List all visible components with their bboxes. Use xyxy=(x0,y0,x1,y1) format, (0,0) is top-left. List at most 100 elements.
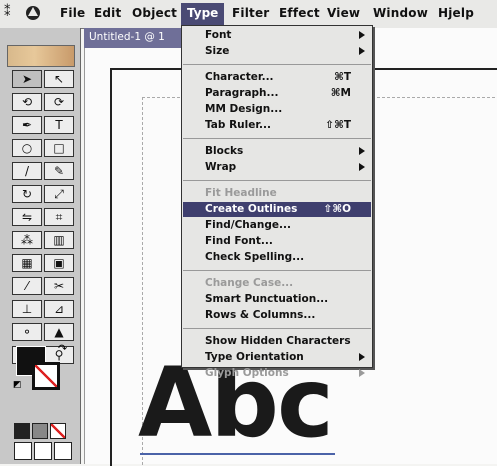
menu-item-change-case[interactable]: Change Case... xyxy=(183,276,371,291)
column-graph-tool-icon: ▥ xyxy=(53,233,65,247)
menu-item-find-change[interactable]: Find/Change... xyxy=(183,218,371,233)
menu-item-find-font[interactable]: Find Font... xyxy=(183,234,371,249)
mesh-tool[interactable]: ▦ xyxy=(12,254,42,272)
menu-item-mm-design[interactable]: MM Design... xyxy=(183,102,371,117)
type-tool[interactable]: T xyxy=(44,116,74,134)
menu-item-create-outlines[interactable]: Create Outlines ⇧⌘O xyxy=(183,202,371,217)
submenu-arrow-icon xyxy=(359,353,365,361)
menu-item-blocks[interactable]: Blocks xyxy=(183,144,371,159)
symbol-sprayer-tool[interactable]: ⁂ xyxy=(12,231,42,249)
submenu-arrow-icon xyxy=(359,369,365,377)
menu-item-label: Tab Ruler... xyxy=(205,119,271,131)
pencil-tool[interactable]: ✎ xyxy=(44,162,74,180)
menu-item-label: Glyph Options xyxy=(205,367,289,379)
rotate-tool-icon: ↻ xyxy=(21,187,33,201)
slice-tool[interactable]: ⊿ xyxy=(44,300,74,318)
scissors-tool[interactable]: ✂ xyxy=(44,277,74,295)
pencil-tool-icon: ✎ xyxy=(53,164,65,178)
apple-menu-icon[interactable]: ⁑ xyxy=(4,5,11,20)
menu-help[interactable]: Hjelp xyxy=(438,6,474,20)
selection-tool[interactable]: ➤ xyxy=(12,70,42,88)
menu-item-label: Rows & Columns... xyxy=(205,309,316,321)
type-tool-icon: T xyxy=(55,118,63,132)
menu-item-label: Font xyxy=(205,29,232,41)
standard-screen-mode-button[interactable] xyxy=(14,442,32,460)
toolbox-logo xyxy=(7,45,75,67)
menu-edit[interactable]: Edit xyxy=(94,6,121,20)
default-colors-icon[interactable]: ◩ xyxy=(13,380,22,390)
menu-file[interactable]: File xyxy=(60,6,85,20)
direct-selection-tool-icon: ↖ xyxy=(53,72,65,86)
warp-tool-icon: ▲ xyxy=(54,325,64,339)
menu-item-check-spelling[interactable]: Check Spelling... xyxy=(183,250,371,265)
menu-separator xyxy=(183,180,371,181)
measure-tool[interactable]: ⊥ xyxy=(12,300,42,318)
menu-item-type-orientation[interactable]: Type Orientation xyxy=(183,350,371,365)
menu-window[interactable]: Window xyxy=(373,6,428,20)
menu-item-glyph-options[interactable]: Glyph Options xyxy=(183,366,371,381)
menu-item-paragraph[interactable]: Paragraph... ⌘M xyxy=(183,86,371,101)
menu-item-size[interactable]: Size xyxy=(183,44,371,59)
menu-item-rows-columns[interactable]: Rows & Columns... xyxy=(183,308,371,323)
menu-item-show-hidden-characters[interactable]: Show Hidden Characters xyxy=(183,334,371,349)
slice-tool-icon: ⊿ xyxy=(53,302,65,316)
menu-item-smart-punctuation[interactable]: Smart Punctuation... xyxy=(183,292,371,307)
menu-item-shortcut: ⇧⌘O xyxy=(323,203,351,215)
menu-effect[interactable]: Effect xyxy=(279,6,320,20)
menu-item-label: Smart Punctuation... xyxy=(205,293,329,305)
menu-view[interactable]: View xyxy=(327,6,360,20)
gradient-tool[interactable]: ▣ xyxy=(44,254,74,272)
full-screen-menu-mode-button[interactable] xyxy=(34,442,52,460)
none-mode-button[interactable] xyxy=(50,423,66,439)
mesh-tool-icon: ▦ xyxy=(21,256,33,270)
pen-tool[interactable]: ✒ xyxy=(12,116,42,134)
swap-fill-stroke-icon[interactable]: ↷ xyxy=(58,342,67,355)
warp-tool[interactable]: ▲ xyxy=(44,323,74,341)
full-screen-mode-button[interactable] xyxy=(54,442,72,460)
menu-item-label: Fit Headline xyxy=(205,187,277,199)
pen-tool-icon: ✒ xyxy=(21,118,33,132)
menu-item-shortcut: ⇧⌘T xyxy=(325,119,351,131)
menu-filter[interactable]: Filter xyxy=(232,6,269,20)
direct-select-lasso-tool-icon: ⟳ xyxy=(53,95,65,109)
menu-type-label: Type xyxy=(187,6,219,20)
menu-item-fit-headline[interactable]: Fit Headline xyxy=(183,186,371,201)
lasso-tool-icon: ⟲ xyxy=(21,95,33,109)
direct-select-lasso-tool[interactable]: ⟳ xyxy=(44,93,74,111)
menu-item-character[interactable]: Character... ⌘T xyxy=(183,70,371,85)
scale-tool[interactable]: ⤢ xyxy=(44,185,74,203)
submenu-arrow-icon xyxy=(359,163,365,171)
paintbrush-tool[interactable]: / xyxy=(12,162,42,180)
app-logo-icon[interactable] xyxy=(24,4,42,22)
lasso-tool[interactable]: ⟲ xyxy=(12,93,42,111)
menu-item-label: Blocks xyxy=(205,145,244,157)
rotate-tool[interactable]: ↻ xyxy=(12,185,42,203)
column-graph-tool[interactable]: ▥ xyxy=(44,231,74,249)
menu-item-wrap[interactable]: Wrap xyxy=(183,160,371,175)
reflect-tool[interactable]: ⇋ xyxy=(12,208,42,226)
stroke-swatch[interactable] xyxy=(32,362,60,390)
rectangle-tool[interactable]: □ xyxy=(44,139,74,157)
free-transform-tool[interactable]: ⌗ xyxy=(44,208,74,226)
document-title-bar[interactable]: Untitled-1 @ 1 xyxy=(84,28,184,48)
color-mode-button[interactable] xyxy=(14,423,30,439)
menu-item-font[interactable]: Font xyxy=(183,28,371,43)
menu-item-label: Show Hidden Characters xyxy=(205,335,351,347)
eyedropper-tool-icon: ⁄ xyxy=(25,279,28,293)
menu-item-label: Change Case... xyxy=(205,277,294,289)
menu-item-label: Wrap xyxy=(205,161,237,173)
menu-separator xyxy=(183,64,371,65)
submenu-arrow-icon xyxy=(359,147,365,155)
menu-type[interactable]: Type xyxy=(181,3,224,25)
gradient-tool-icon: ▣ xyxy=(53,256,65,270)
direct-selection-tool[interactable]: ↖ xyxy=(44,70,74,88)
menu-object[interactable]: Object xyxy=(132,6,177,20)
eyedropper-tool[interactable]: ⁄ xyxy=(12,277,42,295)
menu-item-tab-ruler[interactable]: Tab Ruler... ⇧⌘T xyxy=(183,118,371,133)
ellipse-tool[interactable]: ○ xyxy=(12,139,42,157)
menu-separator xyxy=(183,328,371,329)
blend-tool-icon: ⚬ xyxy=(21,325,33,339)
blend-tool[interactable]: ⚬ xyxy=(12,323,42,341)
gradient-mode-button[interactable] xyxy=(32,423,48,439)
menu-item-label: Character... xyxy=(205,71,274,83)
